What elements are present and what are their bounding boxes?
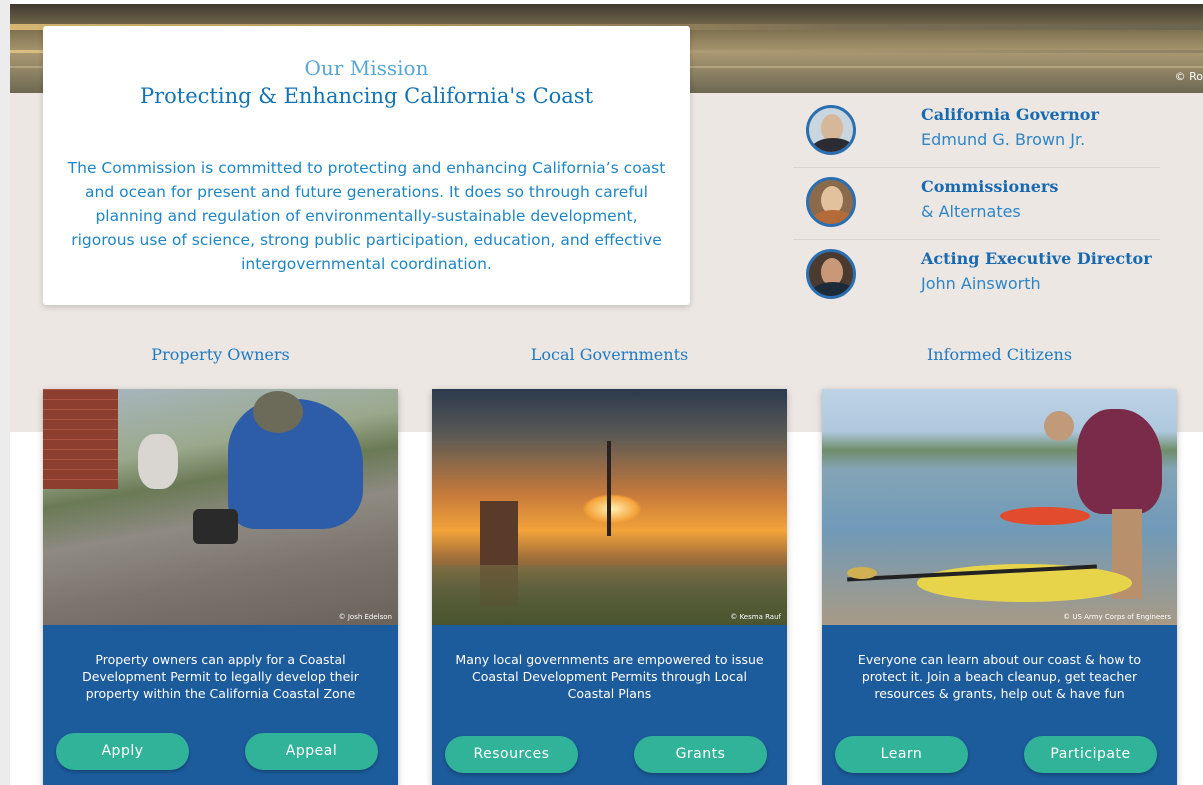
leader-executive-director[interactable]: Acting Executive Director John Ainsworth bbox=[793, 240, 1160, 312]
avatar-shirt bbox=[811, 138, 853, 152]
section-title-property-owners[interactable]: Property Owners bbox=[43, 345, 398, 364]
avatar-shirt bbox=[811, 282, 853, 296]
property-owners-card: © Josh Edelson Property owners can apply… bbox=[43, 389, 398, 785]
informed-citizens-card: © US Army Corps of Engineers Everyone ca… bbox=[822, 389, 1177, 785]
participate-button[interactable]: Participate bbox=[1024, 736, 1157, 773]
photo-credit: © Josh Edelson bbox=[338, 613, 392, 621]
person-head-shape bbox=[1044, 411, 1074, 441]
leader-subtitle[interactable]: John Ainsworth bbox=[921, 274, 1041, 293]
avatar[interactable] bbox=[806, 177, 856, 227]
mission-card: Our Mission Protecting & Enhancing Calif… bbox=[43, 26, 690, 305]
roofing-photo: © Josh Edelson bbox=[43, 389, 398, 625]
worker-head-shape bbox=[253, 391, 303, 433]
section-title-local-governments[interactable]: Local Governments bbox=[432, 345, 787, 364]
tower-shape bbox=[607, 441, 611, 536]
leader-title-link[interactable]: California Governor bbox=[921, 105, 1099, 124]
avatar[interactable] bbox=[806, 249, 856, 299]
nail-gun-shape bbox=[193, 509, 238, 544]
apply-button[interactable]: Apply bbox=[56, 733, 189, 770]
photo-credit: © Kesma Rauf bbox=[730, 613, 781, 621]
card-description: Many local governments are empowered to … bbox=[455, 652, 764, 701]
sunset-photo: © Kesma Rauf bbox=[432, 389, 787, 625]
mission-statement: The Commission is committed to protectin… bbox=[67, 159, 666, 273]
card-description: Everyone can learn about our coast & how… bbox=[857, 652, 1142, 701]
leader-governor[interactable]: California Governor Edmund G. Brown Jr. bbox=[793, 96, 1160, 168]
leader-commissioners[interactable]: Commissioners & Alternates bbox=[793, 168, 1160, 240]
worker-shape bbox=[138, 434, 178, 489]
leader-subtitle[interactable]: Edmund G. Brown Jr. bbox=[921, 130, 1085, 149]
avatar[interactable] bbox=[806, 105, 856, 155]
section-title-informed-citizens[interactable]: Informed Citizens bbox=[822, 345, 1177, 364]
photo-credit: © US Army Corps of Engineers bbox=[1063, 613, 1171, 621]
avatar-shirt bbox=[811, 210, 853, 224]
resources-button[interactable]: Resources bbox=[445, 736, 578, 773]
card-description: Property owners can apply for a Coastal … bbox=[82, 652, 359, 701]
person-shape bbox=[1077, 409, 1162, 514]
mission-headline: Protecting & Enhancing California's Coas… bbox=[139, 84, 594, 108]
leader-title-link[interactable]: Acting Executive Director bbox=[921, 249, 1152, 268]
mission-kicker: Our Mission bbox=[304, 56, 429, 80]
sun-shape bbox=[582, 494, 642, 524]
scrollbar-track bbox=[0, 0, 10, 785]
kayak-shape bbox=[1000, 507, 1090, 525]
appeal-button[interactable]: Appeal bbox=[245, 733, 378, 770]
leader-title-link[interactable]: Commissioners bbox=[921, 177, 1058, 196]
hero-photo-credit: © Ro bbox=[1174, 70, 1203, 83]
learn-button[interactable]: Learn bbox=[835, 736, 968, 773]
grants-button[interactable]: Grants bbox=[634, 736, 767, 773]
leader-subtitle[interactable]: & Alternates bbox=[921, 202, 1021, 221]
paddle-blade-shape bbox=[847, 567, 877, 579]
chimney-shape bbox=[43, 389, 118, 489]
kayak-photo: © US Army Corps of Engineers bbox=[822, 389, 1177, 625]
leadership-list: California Governor Edmund G. Brown Jr. … bbox=[793, 96, 1160, 312]
local-governments-card: © Kesma Rauf Many local governments are … bbox=[432, 389, 787, 785]
